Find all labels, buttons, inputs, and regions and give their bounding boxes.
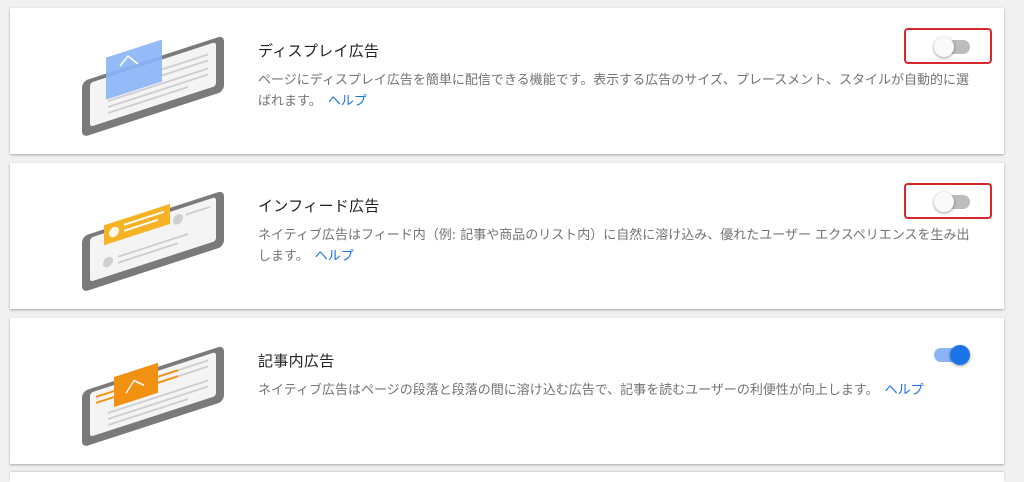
inarticle-ads-card: 記事内広告 ネイティブ広告はページの段落と段落の間に溶け込む広告で、記事を読むユ… (10, 318, 1004, 464)
help-link[interactable]: ヘルプ (328, 94, 367, 109)
infeed-ads-card: インフィード広告 ネイティブ広告はフィード内（例: 記事や商品のリスト内）に自然… (10, 163, 1004, 309)
display-ads-toggle[interactable] (934, 37, 970, 57)
card-description: ネイティブ広告はページの段落と段落の間に溶け込む広告で、記事を読むユーザーの利便… (258, 380, 978, 401)
description-text: ネイティブ広告はフィード内（例: 記事や商品のリスト内）に自然に溶け込み、優れた… (258, 228, 970, 264)
help-link[interactable]: ヘルプ (885, 383, 924, 398)
phone-display-ad-icon (82, 36, 224, 136)
toggle-highlight-box (904, 183, 992, 219)
phone-inarticle-ad-icon (82, 346, 224, 446)
toggle-container (904, 338, 992, 374)
card-title: ディスプレイ広告 (258, 42, 380, 60)
description-text: ネイティブ広告はページの段落と段落の間に溶け込む広告で、記事を読むユーザーの利便… (258, 383, 879, 398)
toggle-knob (934, 192, 954, 212)
phone-infeed-ad-icon (82, 191, 224, 291)
next-card-edge (10, 472, 1004, 482)
card-description: ページにディスプレイ広告を簡単に配信できる機能です。表示する広告のサイズ、プレー… (258, 70, 978, 112)
toggle-highlight-box (904, 28, 992, 64)
toggle-knob (934, 37, 954, 57)
card-description: ネイティブ広告はフィード内（例: 記事や商品のリスト内）に自然に溶け込み、優れた… (258, 225, 978, 267)
card-title: インフィード広告 (258, 197, 380, 215)
help-link[interactable]: ヘルプ (315, 249, 354, 264)
toggle-knob (950, 345, 970, 365)
card-title: 記事内広告 (258, 352, 335, 370)
inarticle-ads-toggle[interactable] (934, 345, 970, 365)
display-ads-card: ディスプレイ広告 ページにディスプレイ広告を簡単に配信できる機能です。表示する広… (10, 8, 1004, 154)
infeed-ads-toggle[interactable] (934, 192, 970, 212)
